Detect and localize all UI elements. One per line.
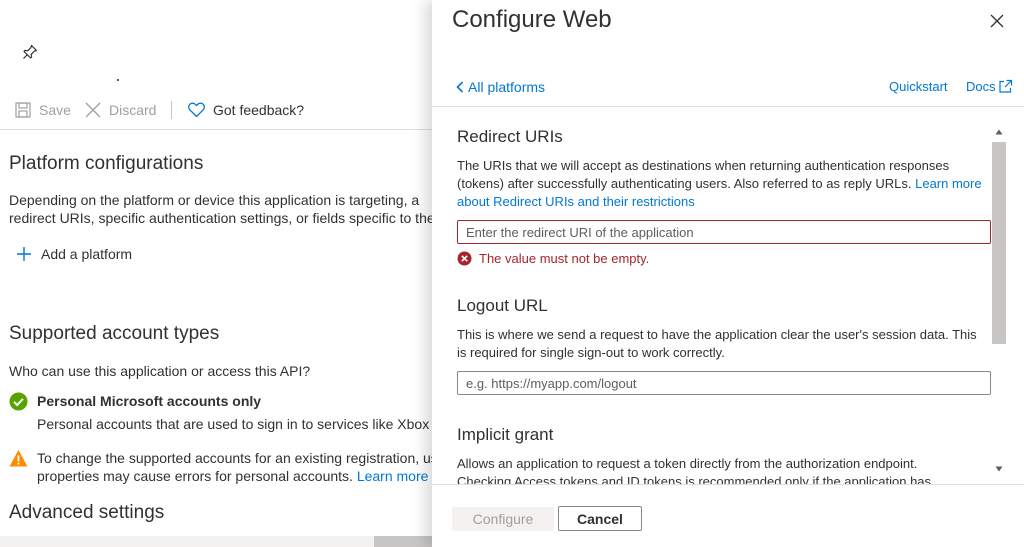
footer-divider (432, 484, 1024, 485)
external-link-icon (999, 79, 1012, 93)
close-icon (85, 102, 101, 118)
cancel-button[interactable]: Cancel (558, 506, 642, 531)
command-bar-divider (0, 129, 432, 130)
logout-url-heading: Logout URL (457, 296, 548, 315)
implicit-desc-line1: Allows an application to request a token… (457, 456, 918, 471)
close-icon[interactable] (988, 12, 1006, 30)
redirect-uri-input[interactable] (457, 220, 991, 244)
account-change-warning: To change the supported accounts for an … (9, 449, 432, 485)
docs-label: Docs (966, 79, 996, 94)
heart-icon (188, 102, 205, 118)
chevron-left-icon (456, 81, 464, 93)
panel-scroll-content[interactable]: Redirect URIs The URIs that we will acce… (432, 107, 1024, 484)
all-platforms-link[interactable]: All platforms (456, 79, 545, 95)
discard-label: Discard (109, 102, 157, 118)
account-question: Who can use this application or access t… (9, 363, 311, 379)
selected-account-type: Personal Microsoft accounts only Persona… (9, 392, 432, 433)
supported-account-types-heading: Supported account types (9, 323, 220, 344)
save-label: Save (39, 102, 71, 118)
redirect-uris-heading: Redirect URIs (457, 127, 563, 146)
configure-web-panel: Configure Web All platforms Quickstart D… (432, 0, 1024, 547)
redirect-restrictions-link[interactable]: about Redirect URIs and their restrictio… (457, 193, 992, 211)
implicit-grant-heading: Implicit grant (457, 425, 554, 444)
checkmark-circle-icon (9, 392, 28, 411)
feedback-button[interactable]: Got feedback? (187, 95, 304, 125)
warning-line1: To change the supported accounts for an … (37, 450, 432, 466)
feedback-label: Got feedback? (213, 102, 305, 118)
implicit-grant-description: Allows an application to request a token… (457, 455, 992, 484)
advanced-settings-heading: Advanced settings (9, 502, 165, 523)
app-registration-blade: Save Discard Got feedback? Platform conf… (0, 0, 432, 547)
save-button[interactable]: Save (14, 95, 71, 125)
redirect-uri-error-text: The value must not be empty. (479, 251, 650, 266)
scrollbar-thumb[interactable] (992, 142, 1006, 344)
logout-url-input[interactable] (457, 371, 991, 395)
warning-icon (9, 450, 28, 467)
add-platform-button[interactable]: Add a platform (16, 246, 132, 262)
selected-account-description: Personal accounts that are used to sign … (37, 416, 432, 432)
platform-description-line1: Depending on the platform or device this… (9, 192, 420, 208)
discard-button[interactable]: Discard (84, 95, 156, 125)
quickstart-link[interactable]: Quickstart (889, 79, 948, 94)
redirect-uris-description: The URIs that we will accept as destinat… (457, 157, 992, 211)
warning-line2: properties may cause errors for personal… (37, 468, 353, 484)
pin-icon[interactable] (21, 43, 39, 61)
save-icon (15, 102, 31, 118)
warning-learn-more-link[interactable]: Learn more abo (357, 468, 432, 484)
redirect-desc-line2: (tokens) after successfully authenticati… (457, 176, 912, 191)
plus-icon (17, 247, 31, 261)
add-platform-label: Add a platform (41, 246, 133, 262)
command-bar: Save Discard Got feedback? (0, 95, 432, 129)
redirect-learn-more-link[interactable]: Learn more (915, 176, 981, 191)
caret-down-icon[interactable] (995, 465, 1003, 473)
horizontal-scrollbar-thumb[interactable] (374, 536, 432, 547)
logout-desc-line2: is required for single sign-out to work … (457, 345, 725, 360)
error-circle-icon (457, 251, 472, 266)
panel-title: Configure Web (452, 6, 612, 33)
selected-account-label: Personal Microsoft accounts only (37, 393, 262, 409)
redirect-uri-error: The value must not be empty. (457, 251, 649, 266)
logout-desc-line1: This is where we send a request to have … (457, 327, 977, 342)
vertical-scrollbar[interactable] (992, 125, 1006, 484)
all-platforms-label: All platforms (468, 79, 546, 95)
platform-description-line2: redirect URIs, specific authentication s… (9, 210, 432, 226)
horizontal-scrollbar-track[interactable] (0, 536, 374, 547)
docs-link[interactable]: Docs (966, 79, 1013, 94)
logout-url-description: This is where we send a request to have … (457, 326, 992, 362)
configure-button[interactable]: Configure (452, 507, 554, 531)
platform-configurations-heading: Platform configurations (9, 153, 204, 174)
implicit-desc-line2: Checking Access tokens and ID tokens is … (457, 474, 932, 484)
caret-up-icon[interactable] (995, 128, 1003, 136)
redirect-desc-line1: The URIs that we will accept as destinat… (457, 158, 950, 173)
toolbar-divider (171, 101, 172, 119)
loading-indicator (117, 79, 119, 81)
